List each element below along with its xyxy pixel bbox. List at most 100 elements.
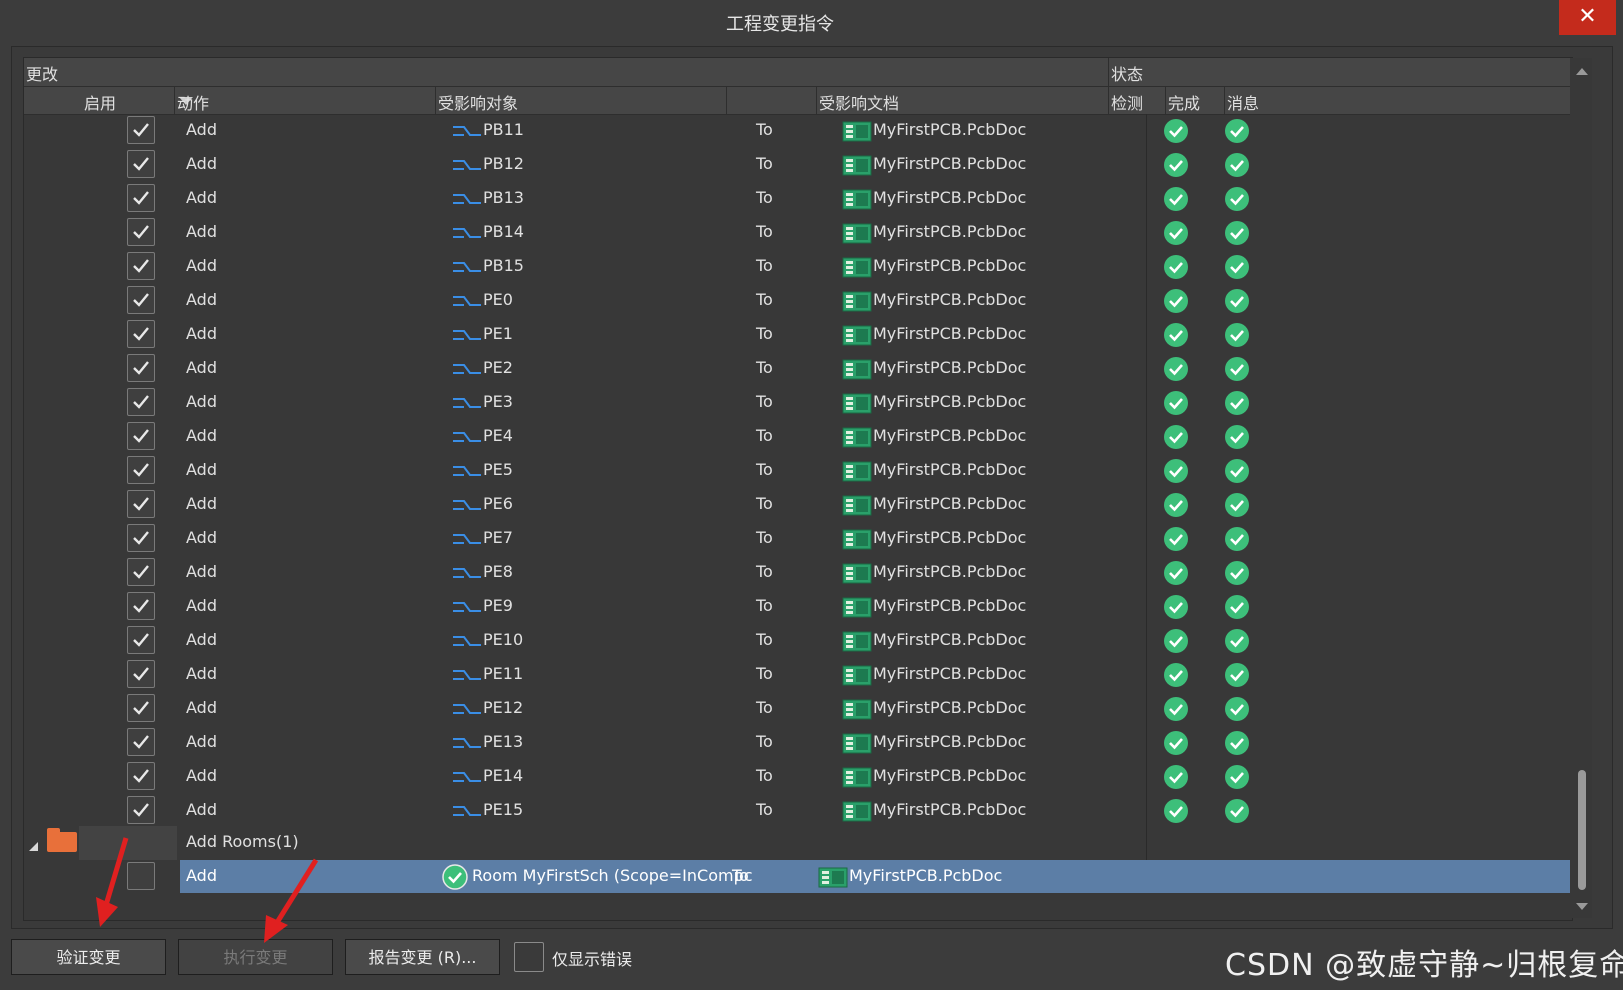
net-icon [453, 160, 481, 170]
close-button[interactable]: ✕ [1559, 0, 1616, 35]
object-cell: PE3 [483, 392, 513, 411]
table-row[interactable]: Add PE3 To MyFirstPCB.PcbDoc [24, 386, 1570, 420]
table-row[interactable]: Add PE2 To MyFirstPCB.PcbDoc [24, 352, 1570, 386]
check-column-header[interactable]: 检测 [1111, 90, 1143, 114]
enable-checkbox[interactable] [127, 320, 155, 348]
enable-checkbox[interactable] [127, 660, 155, 688]
enable-checkbox[interactable] [127, 184, 155, 212]
enable-checkbox[interactable] [127, 728, 155, 756]
check-circle-icon [1164, 629, 1188, 653]
check-circle-icon [1225, 595, 1249, 619]
net-icon [453, 432, 481, 442]
doc-cell: MyFirstPCB.PcbDoc [873, 426, 1027, 445]
enable-checkbox[interactable] [127, 354, 155, 382]
pcb-doc-icon [842, 631, 872, 652]
pcb-doc-icon [842, 597, 872, 618]
check-circle-icon [1164, 663, 1188, 687]
action-column-header[interactable]: 动作 [177, 90, 209, 114]
enable-checkbox[interactable] [127, 456, 155, 484]
scroll-up-arrow-icon[interactable] [1576, 68, 1588, 75]
check-circle-icon [1225, 629, 1249, 653]
table-row[interactable]: Add PE10 To MyFirstPCB.PcbDoc [24, 624, 1570, 658]
net-icon [453, 500, 481, 510]
table-row[interactable]: Add PE7 To MyFirstPCB.PcbDoc [24, 522, 1570, 556]
to-cell: To [756, 562, 773, 581]
table-row[interactable]: Add PB15 To MyFirstPCB.PcbDoc [24, 250, 1570, 284]
enable-checkbox[interactable] [127, 626, 155, 654]
table-row[interactable]: Add PE4 To MyFirstPCB.PcbDoc [24, 420, 1570, 454]
scrollbar-thumb[interactable] [1578, 770, 1586, 890]
table-row[interactable]: Add PB12 To MyFirstPCB.PcbDoc [24, 148, 1570, 182]
table-row[interactable]: Add PB13 To MyFirstPCB.PcbDoc [24, 182, 1570, 216]
enable-checkbox[interactable] [127, 490, 155, 518]
check-circle-icon [1164, 765, 1188, 789]
validate-changes-button[interactable]: 验证变更 [11, 939, 166, 975]
enable-checkbox[interactable] [127, 388, 155, 416]
check-circle-icon [1225, 425, 1249, 449]
checkmark-icon [133, 531, 149, 545]
folder-icon [47, 832, 77, 852]
pcb-doc-icon [842, 223, 872, 244]
doc-cell: MyFirstPCB.PcbDoc [873, 392, 1027, 411]
column-divider [1108, 58, 1109, 86]
pcb-doc-icon [818, 867, 848, 888]
enable-checkbox[interactable] [127, 252, 155, 280]
report-changes-button[interactable]: 报告变更 (R)... [345, 939, 500, 975]
affected-doc-column-header[interactable]: 受影响文档 [819, 90, 899, 114]
object-cell: PE14 [483, 766, 524, 785]
object-cell: PE12 [483, 698, 524, 717]
table-row[interactable]: Add PE0 To MyFirstPCB.PcbDoc [24, 284, 1570, 318]
column-divider [726, 87, 727, 114]
enable-checkbox[interactable] [127, 286, 155, 314]
enable-checkbox[interactable] [127, 422, 155, 450]
table-row[interactable]: Add PB11 To MyFirstPCB.PcbDoc [24, 114, 1570, 148]
enable-checkbox[interactable] [127, 116, 155, 144]
check-circle-icon [1164, 153, 1188, 177]
table-row[interactable]: Add PE5 To MyFirstPCB.PcbDoc [24, 454, 1570, 488]
action-cell: Add [186, 426, 217, 445]
enable-checkbox[interactable] [127, 592, 155, 620]
column-divider [816, 87, 817, 114]
table-row[interactable]: Add PE9 To MyFirstPCB.PcbDoc [24, 590, 1570, 624]
table-row[interactable]: Add PE6 To MyFirstPCB.PcbDoc [24, 488, 1570, 522]
check-circle-icon [1164, 323, 1188, 347]
doc-cell: MyFirstPCB.PcbDoc [873, 188, 1027, 207]
table-row[interactable]: Add PE14 To MyFirstPCB.PcbDoc [24, 760, 1570, 794]
check-circle-icon [1225, 221, 1249, 245]
pcb-doc-icon [842, 257, 872, 278]
checkmark-icon [133, 293, 149, 307]
table-row[interactable]: Add PE13 To MyFirstPCB.PcbDoc [24, 726, 1570, 760]
scroll-down-arrow-icon[interactable] [1576, 903, 1588, 910]
enable-checkbox[interactable] [127, 218, 155, 246]
action-cell: Add [186, 324, 217, 343]
enable-column-header[interactable]: 启用 [84, 90, 116, 114]
enable-checkbox[interactable] [127, 558, 155, 586]
check-circle-icon [1164, 799, 1188, 823]
table-row[interactable]: Add PB14 To MyFirstPCB.PcbDoc [24, 216, 1570, 250]
table-row[interactable]: Add PE12 To MyFirstPCB.PcbDoc [24, 692, 1570, 726]
message-column-header[interactable]: 消息 [1227, 90, 1259, 114]
enable-checkbox[interactable] [127, 150, 155, 178]
pcb-doc-icon [842, 495, 872, 516]
enable-checkbox[interactable] [127, 796, 155, 824]
action-cell: Add [186, 698, 217, 717]
done-column-header[interactable]: 完成 [1168, 90, 1200, 114]
enable-checkbox[interactable] [127, 524, 155, 552]
table-row[interactable]: Add PE11 To MyFirstPCB.PcbDoc [24, 658, 1570, 692]
to-cell: To [756, 256, 773, 275]
collapse-triangle-icon[interactable] [29, 842, 38, 851]
action-cell: Add [186, 596, 217, 615]
checkmark-icon [133, 497, 149, 511]
doc-cell: MyFirstPCB.PcbDoc [849, 866, 1003, 885]
only-show-errors-checkbox[interactable] [514, 942, 544, 972]
affected-object-column-header[interactable]: 受影响对象 [438, 90, 518, 114]
checkmark-icon [133, 769, 149, 783]
action-cell: Add [186, 256, 217, 275]
table-row[interactable]: Add PE15 To MyFirstPCB.PcbDoc [24, 794, 1570, 828]
enable-checkbox[interactable] [127, 694, 155, 722]
enable-checkbox[interactable] [127, 762, 155, 790]
checkmark-icon [133, 327, 149, 341]
table-row[interactable]: Add PE8 To MyFirstPCB.PcbDoc [24, 556, 1570, 590]
table-row[interactable]: Add PE1 To MyFirstPCB.PcbDoc [24, 318, 1570, 352]
net-icon [453, 772, 481, 782]
